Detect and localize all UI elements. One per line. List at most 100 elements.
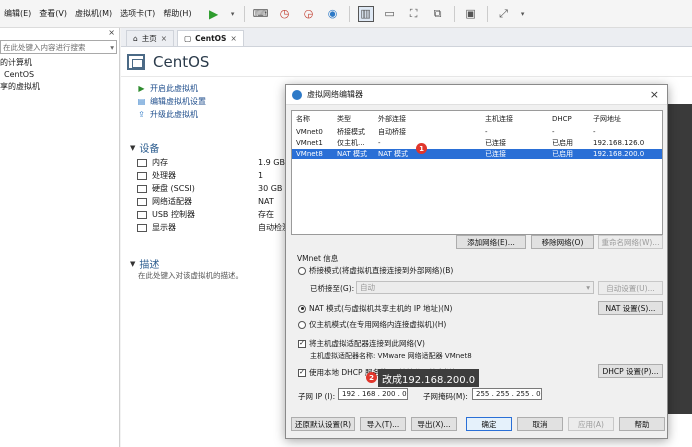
device-value: NAT bbox=[258, 197, 274, 206]
rename-network-button[interactable]: 重命名网络(W)... bbox=[598, 235, 663, 249]
bridged-to-value: 自动 bbox=[360, 283, 375, 292]
checkbox-checked-icon[interactable]: ✓ bbox=[298, 368, 306, 377]
chevron-down-icon: ▾ bbox=[586, 283, 590, 292]
snapshot-icon[interactable]: ◷ bbox=[277, 6, 293, 22]
auto-settings-button[interactable]: 自动设置(U)... bbox=[598, 281, 663, 295]
table-row-vmnet0[interactable]: VMnet0 桥接模式 自动桥接 - - - bbox=[292, 127, 662, 137]
network-table: 名称 类型 外部连接 主机连接 DHCP 子网地址 VMnet0 桥接模式 自动… bbox=[291, 110, 663, 235]
tree-item-centos[interactable]: CentOS bbox=[0, 69, 119, 81]
radio-button[interactable] bbox=[298, 320, 306, 329]
remove-network-button[interactable]: 移除网络(O) bbox=[531, 235, 594, 249]
add-network-button[interactable]: 添加网络(E)... bbox=[456, 235, 526, 249]
snapshot-manager-icon[interactable]: ◉ bbox=[325, 6, 341, 22]
thumbnail-bar-icon[interactable]: ▭ bbox=[382, 6, 398, 22]
tab-home-label: 主页 bbox=[141, 34, 157, 43]
power-on-vm-link[interactable]: ▶ 开启此虚拟机 bbox=[137, 82, 206, 95]
unity-icon[interactable]: ⧉ bbox=[430, 6, 446, 22]
fullscreen-icon[interactable]: ⛶ bbox=[406, 6, 422, 22]
toolbar: ▶ ▾ ⌨ ◷ ◶ ◉ ▥ ▭ ⛶ ⧉ ▣ ⤢ ▾ bbox=[202, 5, 530, 22]
menu-help[interactable]: 帮助(H) bbox=[159, 8, 195, 19]
description-text[interactable]: 在此处键入对该虚拟机的描述。 bbox=[138, 270, 243, 281]
network-adapter-icon bbox=[137, 197, 147, 206]
revert-snapshot-icon[interactable]: ◶ bbox=[301, 6, 317, 22]
tab-centos[interactable]: ▢ CentOS × bbox=[177, 30, 244, 46]
annotation-badge-2: 2 bbox=[366, 372, 377, 383]
vm-tab-icon: ▢ bbox=[184, 34, 192, 43]
apply-button[interactable]: 应用(A) bbox=[568, 417, 614, 431]
checkbox-checked-icon[interactable]: ✓ bbox=[298, 339, 306, 348]
toolbar-divider bbox=[243, 5, 245, 22]
connect-host-adapter-checkbox[interactable]: ✓ 将主机虚拟适配器连接到此网络(V) bbox=[298, 338, 425, 349]
menu-edit[interactable]: 编辑(E) bbox=[0, 8, 35, 19]
subnet-ip-input[interactable]: 192 . 168 . 200 . 0 bbox=[338, 388, 408, 400]
tab-centos-label: CentOS bbox=[195, 34, 227, 43]
restore-defaults-button[interactable]: 还原默认设置(R) bbox=[291, 417, 355, 431]
host-only-mode-radio[interactable]: 仅主机模式(在专用网络内连接虚拟机)(H) bbox=[298, 319, 446, 330]
host-adapter-name: 主机虚拟适配器名称: VMware 网络适配器 VMnet8 bbox=[310, 352, 472, 360]
ok-button[interactable]: 确定 bbox=[466, 417, 512, 431]
tab-home-close-icon[interactable]: × bbox=[161, 34, 167, 43]
subnet-ip-label: 子网 IP (I): bbox=[298, 392, 336, 401]
network-editor-icon bbox=[292, 89, 302, 100]
menu-vm[interactable]: 虚拟机(M) bbox=[71, 8, 116, 19]
radio-button[interactable] bbox=[298, 304, 306, 313]
import-button[interactable]: 导入(T)... bbox=[360, 417, 406, 431]
console-view-icon[interactable]: ▣ bbox=[463, 6, 479, 22]
dropdown-arrow-icon[interactable]: ▾ bbox=[230, 6, 236, 22]
display-icon bbox=[137, 223, 147, 232]
devices-section-header[interactable]: ▼ 设备 bbox=[130, 140, 159, 156]
table-cell: 已启用 bbox=[552, 150, 573, 158]
help-button[interactable]: 帮助 bbox=[619, 417, 665, 431]
nat-settings-button[interactable]: NAT 设置(S)... bbox=[598, 301, 663, 315]
chevron-down-icon[interactable]: ▾ bbox=[110, 43, 114, 52]
library-header: × bbox=[0, 28, 119, 40]
export-button[interactable]: 导出(X)... bbox=[411, 417, 457, 431]
stretch-guest-icon[interactable]: ⤢ bbox=[496, 6, 512, 22]
annotation-tooltip: 改成192.168.200.0 bbox=[378, 369, 480, 387]
table-cell: VMnet8 bbox=[296, 150, 323, 158]
cancel-button[interactable]: 取消 bbox=[517, 417, 563, 431]
subnet-mask-label: 子网掩码(M): bbox=[423, 392, 468, 401]
column-header: 主机连接 bbox=[485, 115, 513, 123]
nat-mode-radio[interactable]: NAT 模式(与虚拟机共享主机的 IP 地址)(N) bbox=[298, 303, 452, 314]
library-search-input[interactable]: 在此处键入内容进行搜索 ▾ bbox=[0, 40, 117, 54]
library-close-icon[interactable]: × bbox=[108, 28, 115, 40]
home-icon: ⌂ bbox=[133, 34, 138, 43]
bridged-mode-radio[interactable]: 桥接模式(将虚拟机直接连接到外部网络)(B) bbox=[298, 265, 453, 276]
bridged-to-select[interactable]: 自动 ▾ bbox=[356, 281, 594, 294]
send-keys-icon[interactable]: ⌨ bbox=[253, 6, 269, 22]
description-title: 描述 bbox=[139, 260, 160, 271]
subnet-mask-input[interactable]: 255 . 255 . 255 . 0 bbox=[472, 388, 542, 400]
bridged-to-label: 已桥接至(G): bbox=[310, 284, 355, 293]
device-name: 硬盘 (SCSI) bbox=[152, 184, 195, 193]
dhcp-settings-button[interactable]: DHCP 设置(P)... bbox=[598, 364, 663, 378]
table-cell: VMnet0 bbox=[296, 128, 323, 136]
tree-item-shared-vms[interactable]: 享的虚拟机 bbox=[0, 81, 119, 93]
play-icon: ▶ bbox=[138, 84, 145, 93]
edit-vm-settings-link[interactable]: ▤ 编辑虚拟机设置 bbox=[137, 95, 206, 108]
menu-tabs[interactable]: 选项卡(T) bbox=[116, 8, 159, 19]
dialog-titlebar: 虚拟网络编辑器 bbox=[286, 85, 667, 105]
tab-centos-close-icon[interactable]: × bbox=[230, 34, 236, 43]
table-cell: 已连接 bbox=[485, 150, 506, 158]
description-section-header[interactable]: ▼ 描述 bbox=[130, 256, 160, 272]
library-search-placeholder: 在此处键入内容进行搜索 bbox=[3, 42, 86, 52]
upgrade-vm-link[interactable]: ⇪ 升级此虚拟机 bbox=[137, 108, 206, 121]
column-header: DHCP bbox=[552, 115, 572, 123]
dropdown-arrow-icon[interactable]: ▾ bbox=[520, 6, 526, 22]
tab-home[interactable]: ⌂ 主页 × bbox=[126, 30, 175, 46]
tab-bar: ⌂ 主页 × ▢ CentOS × bbox=[121, 28, 692, 47]
menu-view[interactable]: 查看(V) bbox=[35, 8, 71, 19]
table-row-vmnet8[interactable]: VMnet8 NAT 模式 NAT 模式 已连接 已启用 192.168.200… bbox=[292, 149, 662, 159]
dialog-close-icon[interactable]: × bbox=[650, 88, 659, 101]
device-value: 存在 bbox=[258, 210, 274, 219]
upgrade-vm-label: 升级此虚拟机 bbox=[150, 110, 198, 119]
tree-item-my-computer[interactable]: 的计算机 bbox=[0, 57, 119, 69]
toolbar-divider bbox=[453, 5, 455, 22]
memory-icon bbox=[137, 158, 147, 167]
radio-button[interactable] bbox=[298, 266, 306, 275]
table-row-vmnet1[interactable]: VMnet1 仅主机... - 已连接 已启用 192.168.126.0 bbox=[292, 138, 662, 148]
table-cell: - bbox=[552, 128, 555, 136]
power-on-icon[interactable]: ▶ bbox=[206, 6, 222, 22]
show-library-icon[interactable]: ▥ bbox=[357, 5, 374, 22]
